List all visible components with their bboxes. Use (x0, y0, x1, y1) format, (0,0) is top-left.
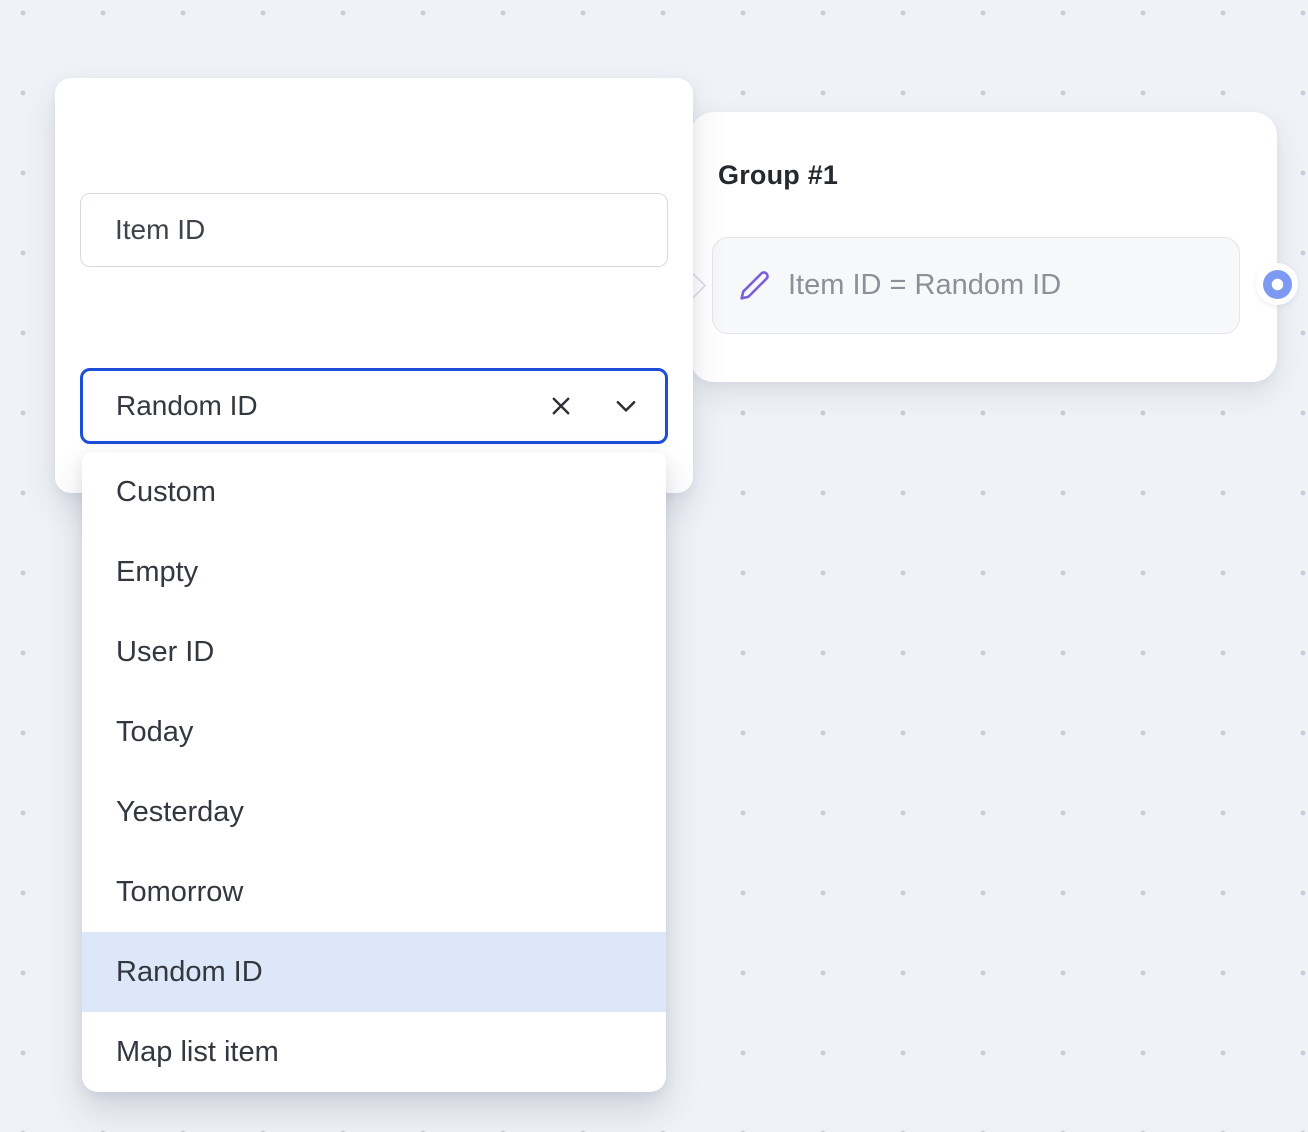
flow-canvas[interactable]: Group #1 Item ID = Random ID Search or c… (0, 0, 1308, 1132)
value-select-text: Random ID (116, 390, 258, 422)
value-select[interactable]: Random ID (80, 368, 668, 444)
group-card: Group #1 Item ID = Random ID (690, 112, 1277, 382)
clear-icon[interactable] (545, 390, 577, 422)
dropdown-option-custom[interactable]: Custom (82, 452, 666, 532)
chevron-down-icon[interactable] (610, 390, 642, 422)
condition-text: Item ID = Random ID (788, 269, 1061, 302)
dropdown-option-tomorrow[interactable]: Tomorrow (82, 852, 666, 932)
dropdown-option-user-id[interactable]: User ID (82, 612, 666, 692)
connector-dot[interactable] (1256, 263, 1298, 305)
dropdown-option-map-list-item[interactable]: Map list item (82, 1012, 666, 1092)
pencil-icon (739, 270, 770, 301)
dropdown-option-yesterday[interactable]: Yesterday (82, 772, 666, 852)
group-title: Group #1 (718, 160, 838, 191)
value-dropdown: CustomEmptyUser IDTodayYesterdayTomorrow… (82, 452, 666, 1092)
connector-ring (1263, 270, 1292, 299)
variable-popup: Search or create variable: Value: Random… (55, 78, 693, 493)
dropdown-option-random-id[interactable]: Random ID (82, 932, 666, 1012)
variable-name-input[interactable] (80, 193, 668, 267)
dropdown-option-empty[interactable]: Empty (82, 532, 666, 612)
dropdown-option-today[interactable]: Today (82, 692, 666, 772)
condition-row[interactable]: Item ID = Random ID (712, 237, 1240, 334)
